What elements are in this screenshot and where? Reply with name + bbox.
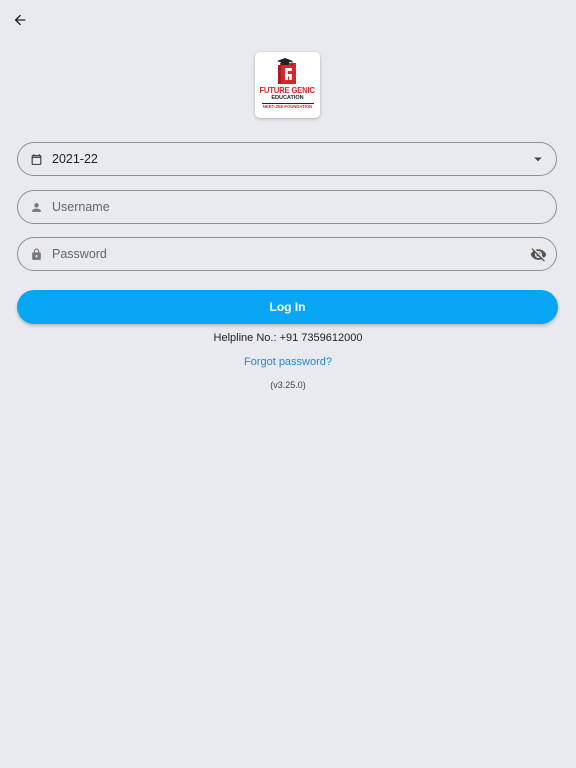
lock-icon	[29, 247, 43, 261]
logo-tagline: NEET-JEE-FOUNDATION	[262, 104, 313, 109]
app-logo: FUTURE GENIC EDUCATION NEET-JEE-FOUNDATI…	[255, 52, 320, 118]
forgot-password-link[interactable]: Forgot password?	[244, 356, 332, 368]
visibility-off-icon[interactable]	[528, 244, 548, 264]
password-field[interactable]	[17, 237, 557, 271]
username-input[interactable]	[52, 200, 556, 214]
logo-subtitle: EDUCATION	[271, 95, 304, 101]
password-input[interactable]	[52, 247, 528, 261]
username-field[interactable]	[17, 190, 557, 224]
logo-mark-icon	[276, 58, 296, 84]
session-dropdown[interactable]: 2021-22	[17, 142, 557, 176]
calendar-icon	[29, 152, 43, 166]
login-button[interactable]: Log In	[17, 290, 558, 324]
version-text: (v3.25.0)	[270, 380, 306, 390]
person-icon	[29, 200, 43, 214]
logo-title: FUTURE GENIC	[259, 85, 316, 95]
arrow-drop-down-icon[interactable]	[528, 149, 548, 169]
helpline-text: Helpline No.: +91 7359612000	[213, 332, 363, 344]
back-button[interactable]	[8, 8, 32, 32]
session-value: 2021-22	[52, 152, 98, 166]
arrow-back-icon	[14, 14, 26, 26]
forgot-password-container: Forgot password?	[0, 356, 576, 368]
